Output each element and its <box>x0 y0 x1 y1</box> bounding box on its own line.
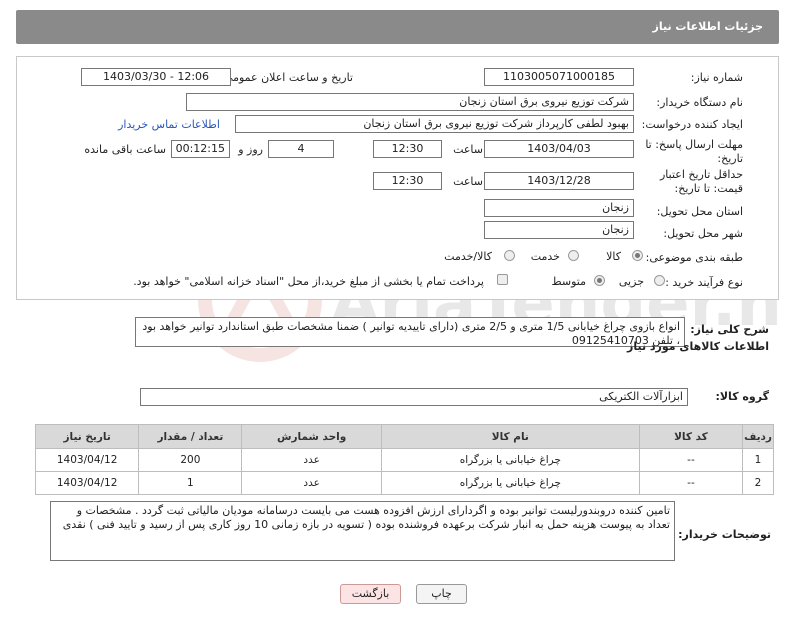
city-label: شهر محل تحویل: <box>663 227 743 240</box>
deadline-time-field: 12:30 <box>373 140 442 158</box>
col-header-code: کد کالا <box>638 424 744 449</box>
col-header-row: ردیف <box>742 424 774 449</box>
cell-code: -- <box>638 448 744 472</box>
page-header: جزئیات اطلاعات نیاز <box>16 10 779 44</box>
category-radio-goods-service[interactable] <box>504 250 515 261</box>
cell-quantity: 200 <box>138 448 243 472</box>
cell-unit: عدد <box>241 471 382 495</box>
remaining-time-label: ساعت باقی مانده <box>84 143 166 156</box>
cell-row: 1 <box>742 448 774 472</box>
cell-name: چراغ خیابانی یا بزرگراه <box>380 448 640 472</box>
col-header-date: تاریخ نیاز <box>34 424 140 449</box>
goods-table: ردیف کد کالا نام کالا واحد شمارش تعداد /… <box>34 424 774 495</box>
category-option-service: خدمت <box>530 250 560 263</box>
cell-name: چراغ خیابانی یا بزرگراه <box>380 471 640 495</box>
category-option-goods-service: کالا/خدمت <box>444 250 492 263</box>
price-validity-label: حداقل تاریخ اعتبار قیمت: تا تاریخ: <box>659 168 743 195</box>
need-summary-label: شرح کلی نیاز: <box>690 323 769 336</box>
back-button[interactable]: بازگشت <box>340 584 401 604</box>
col-header-name: نام کالا <box>380 424 640 449</box>
city-field: زنجان <box>484 221 634 239</box>
days-label: روز و <box>238 143 263 156</box>
deadline-date-field: 1403/04/03 <box>484 140 634 158</box>
category-option-goods: کالا <box>606 250 621 263</box>
col-header-quantity: تعداد / مقدار <box>138 424 243 449</box>
creator-field: بهبود لطفی کارپرداز شرکت توزیع نیروی برق… <box>235 115 634 133</box>
deadline-time-label: ساعت <box>453 143 483 156</box>
cell-date: 1403/04/12 <box>34 471 140 495</box>
goods-section-title: اطلاعات کالاهای مورد نیاز <box>627 340 769 353</box>
category-radio-goods[interactable] <box>632 250 643 261</box>
creator-label: ایجاد کننده درخواست: <box>641 118 743 131</box>
province-field: زنجان <box>484 199 634 217</box>
buyer-contact-link[interactable]: اطلاعات تماس خریدار <box>118 118 220 131</box>
goods-group-field: ابزارآلات الکتریکی <box>140 388 688 406</box>
table-row: 1 -- چراغ خیابانی یا بزرگراه عدد 200 140… <box>34 448 774 472</box>
cell-row: 2 <box>742 471 774 495</box>
buyer-notes-field: تامین کننده دروبندورلیست توانیر بوده و ا… <box>50 501 675 561</box>
process-label: نوع فرآیند خرید : <box>665 276 743 289</box>
cell-quantity: 1 <box>138 471 243 495</box>
cell-code: -- <box>638 471 744 495</box>
days-remaining-field: 4 <box>268 140 334 158</box>
print-button[interactable]: چاپ <box>416 584 467 604</box>
col-header-unit: واحد شمارش <box>241 424 382 449</box>
process-option-medium: متوسط <box>551 275 586 288</box>
price-validity-time-label: ساعت <box>453 175 483 188</box>
goods-table-header: ردیف کد کالا نام کالا واحد شمارش تعداد /… <box>34 424 774 449</box>
process-option-minor: جزیی <box>618 275 644 288</box>
process-radio-medium[interactable] <box>594 275 605 286</box>
need-number-label: شماره نیاز: <box>690 71 743 84</box>
province-label: استان محل تحویل: <box>656 205 743 218</box>
category-label: طبقه بندی موضوعی: <box>645 251 743 264</box>
table-row: 2 -- چراغ خیابانی یا بزرگراه عدد 1 1403/… <box>34 471 774 495</box>
remaining-time-field: 00:12:15 <box>171 140 230 158</box>
need-number-field: 1103005071000185 <box>484 68 634 86</box>
treasury-payment-checkbox[interactable] <box>497 274 508 285</box>
goods-group-label: گروه کالا: <box>715 390 769 403</box>
deadline-label: مهلت ارسال پاسخ: تا تاریخ: <box>645 138 743 165</box>
treasury-payment-note: پرداخت تمام یا بخشی از مبلغ خرید،از محل … <box>133 275 484 288</box>
need-summary-field: انواع بازوی چراغ خیابانی 1/5 متری و 2/5 … <box>135 317 685 347</box>
buyer-org-label: نام دستگاه خریدار: <box>656 96 743 109</box>
page-title: جزئیات اطلاعات نیاز <box>652 20 764 33</box>
cell-date: 1403/04/12 <box>34 448 140 472</box>
category-radio-service[interactable] <box>568 250 579 261</box>
announce-date-label: تاریخ و ساعت اعلان عمومی: <box>220 71 353 84</box>
cell-unit: عدد <box>241 448 382 472</box>
announce-date-field: 1403/03/30 - 12:06 <box>81 68 231 86</box>
buyer-notes-label: توضیحات خریدار: <box>678 528 771 541</box>
buyer-org-field: شرکت توزیع نیروی برق استان زنجان <box>186 93 634 111</box>
price-validity-time-field: 12:30 <box>373 172 442 190</box>
process-radio-minor[interactable] <box>654 275 665 286</box>
price-validity-date-field: 1403/12/28 <box>484 172 634 190</box>
